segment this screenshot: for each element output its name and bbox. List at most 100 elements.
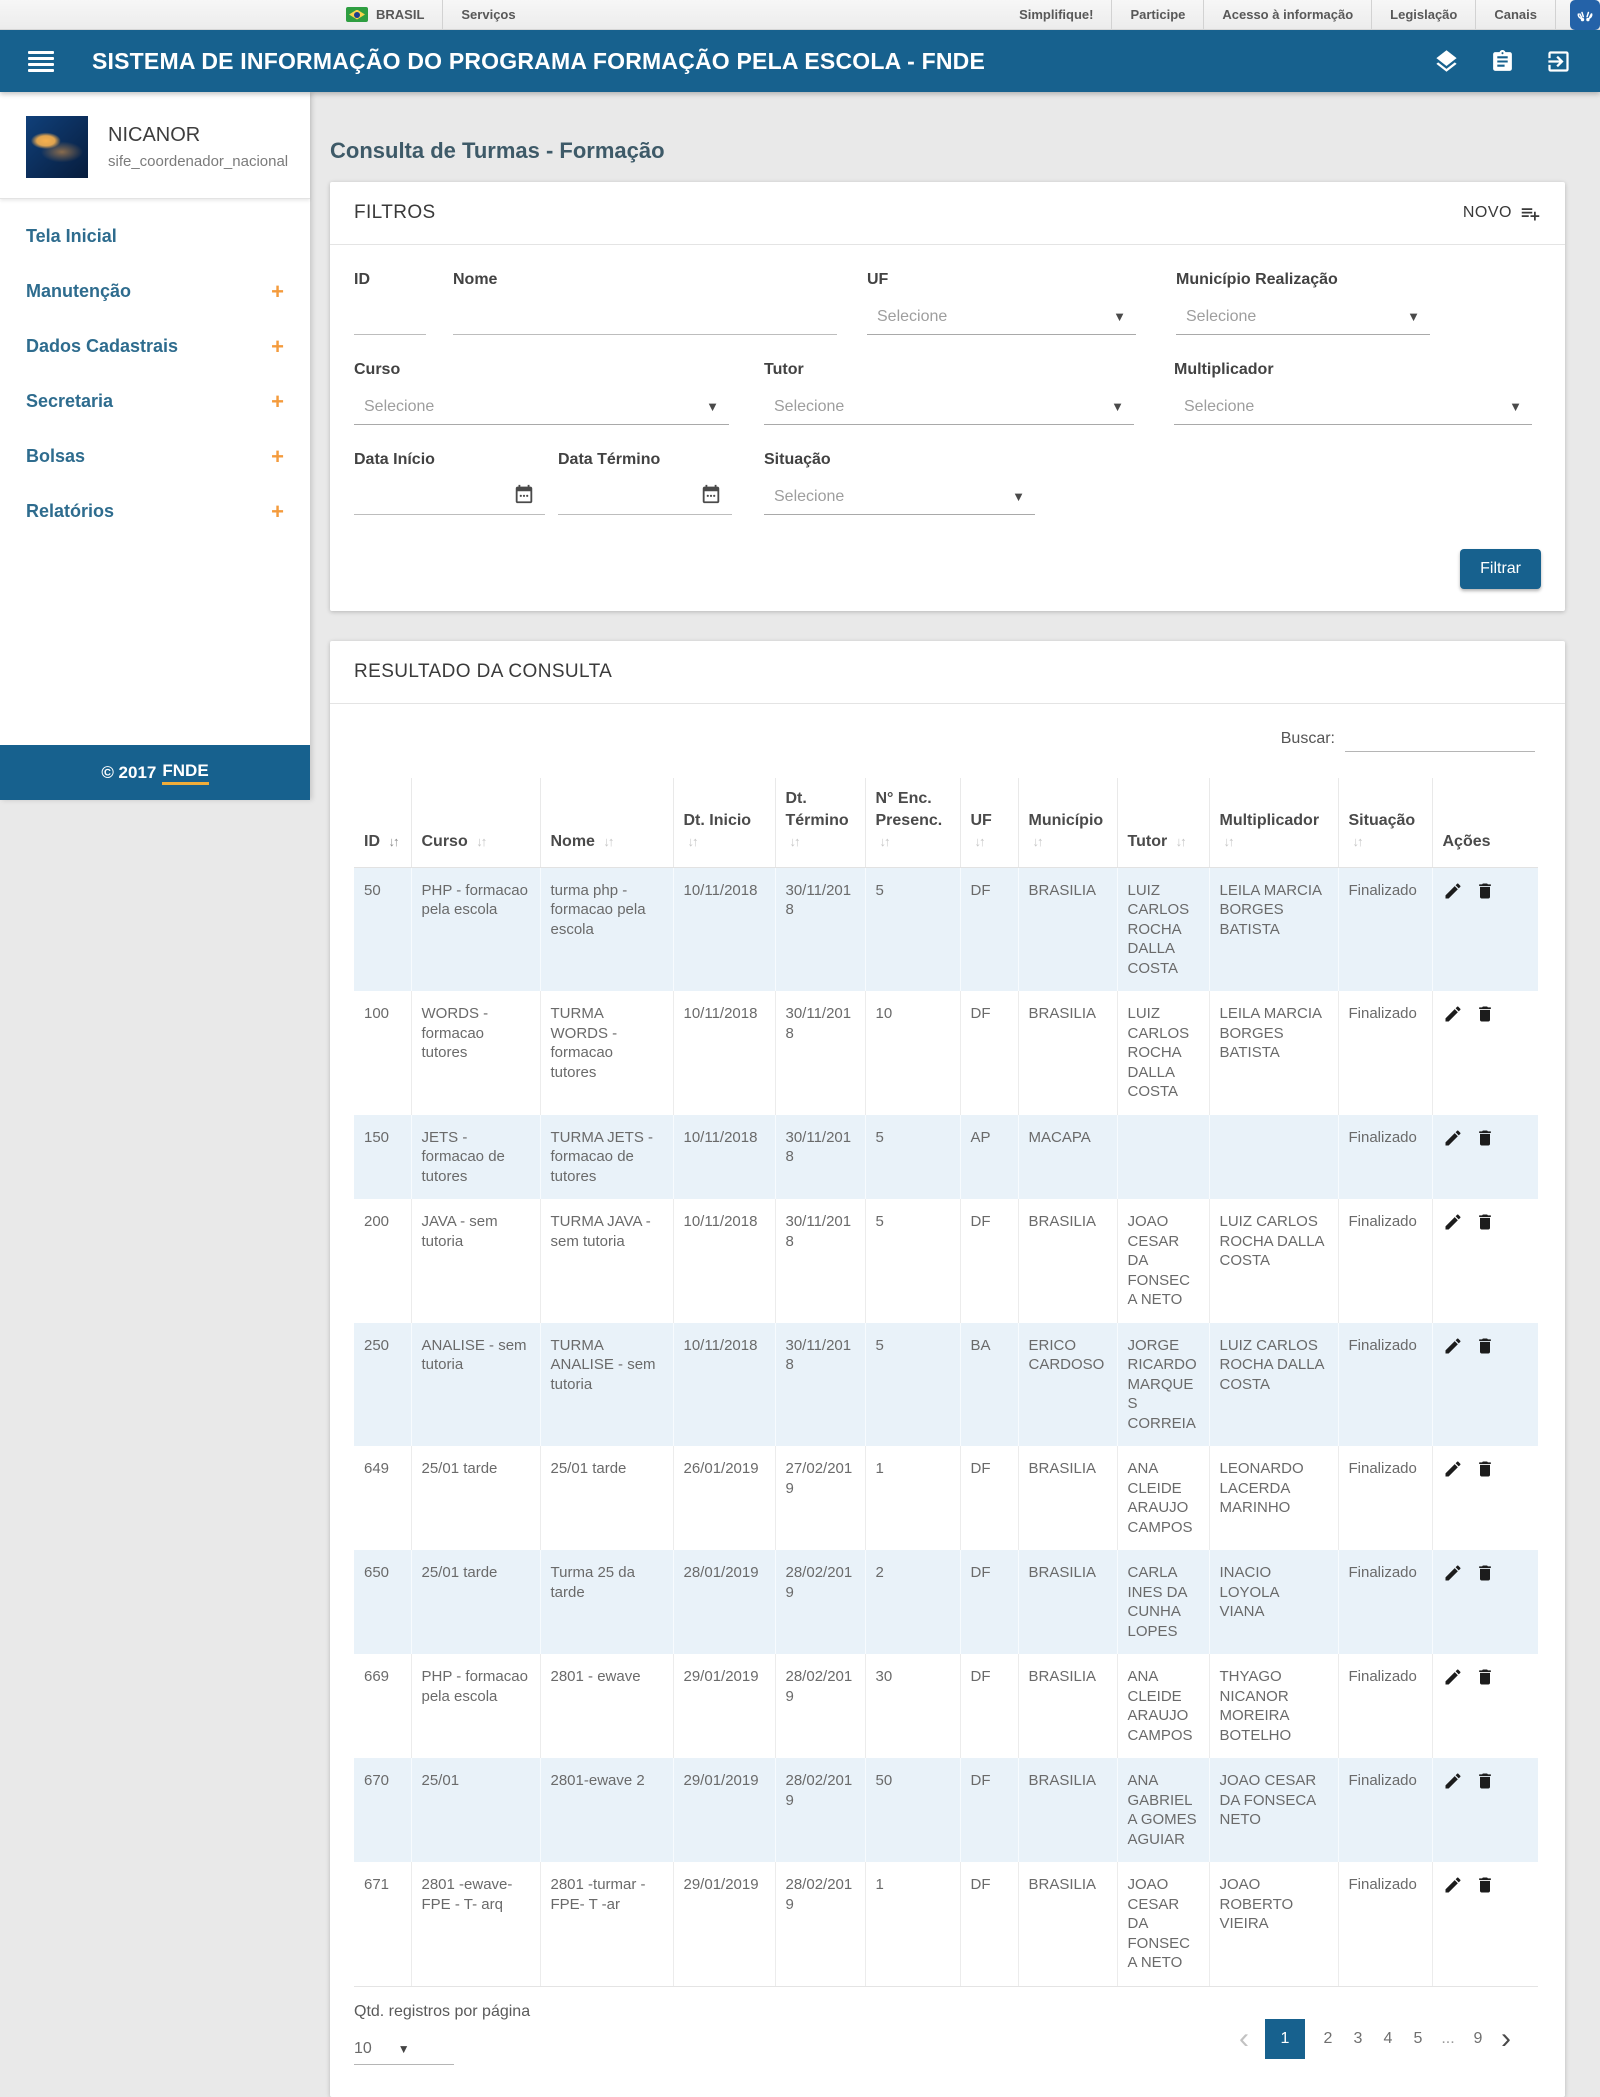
pagination-prev[interactable]: ‹ xyxy=(1239,2024,1249,2054)
vlibras-accessibility-button[interactable] xyxy=(1570,0,1600,30)
filter-id-input[interactable] xyxy=(354,299,426,334)
sort-icon[interactable]: ↓↑ xyxy=(1033,834,1042,849)
edit-icon[interactable] xyxy=(1443,881,1463,901)
cell-dt_inicio: 28/01/2019 xyxy=(673,1550,775,1654)
sort-icon[interactable]: ↓↑ xyxy=(688,834,697,849)
cell-multiplicador: LEILA MARCIA BORGES BATISTA xyxy=(1209,991,1338,1115)
sort-icon[interactable]: ↓↑ xyxy=(975,834,984,849)
edit-icon[interactable] xyxy=(1443,1336,1463,1356)
col-situacao[interactable]: Situação ↓↑ xyxy=(1338,778,1432,867)
filter-uf-select[interactable]: Selecione ▼ xyxy=(867,299,1136,335)
col-uf[interactable]: UF ↓↑ xyxy=(960,778,1018,867)
delete-icon[interactable] xyxy=(1475,881,1495,901)
filter-multiplicador-select[interactable]: Selecione ▼ xyxy=(1174,389,1532,425)
gov-services-link[interactable]: Serviços xyxy=(442,0,642,29)
cell-enc: 1 xyxy=(865,1862,960,1986)
cell-situacao: Finalizado xyxy=(1338,867,1432,991)
cell-curso: 2801 -ewave- FPE - T- arq xyxy=(411,1862,540,1986)
col-municipio[interactable]: Município ↓↑ xyxy=(1018,778,1117,867)
edit-icon[interactable] xyxy=(1443,1004,1463,1024)
sidebar-item-manutencao[interactable]: Manutenção + xyxy=(0,264,310,319)
gov-link-legislacao[interactable]: Legislação xyxy=(1371,0,1475,29)
col-dt-inicio[interactable]: Dt. Inicio ↓↑ xyxy=(673,778,775,867)
delete-icon[interactable] xyxy=(1475,1771,1495,1791)
gov-link-canais[interactable]: Canais xyxy=(1475,0,1556,29)
sort-icon[interactable]: ↓↑ xyxy=(880,834,889,849)
sidebar-item-tela-inicial[interactable]: Tela Inicial xyxy=(0,209,310,264)
delete-icon[interactable] xyxy=(1475,1004,1495,1024)
delete-icon[interactable] xyxy=(1475,1336,1495,1356)
delete-icon[interactable] xyxy=(1475,1563,1495,1583)
sort-icon[interactable]: ↓↑ xyxy=(1353,834,1362,849)
cell-nome: TURMA JETS - formacao de tutores xyxy=(540,1115,673,1200)
filter-situacao-select[interactable]: Selecione ▼ xyxy=(764,479,1035,515)
cell-enc: 5 xyxy=(865,1199,960,1323)
delete-icon[interactable] xyxy=(1475,1875,1495,1895)
pagination-page-9[interactable]: 9 xyxy=(1471,2030,1485,2048)
filter-nome-input[interactable] xyxy=(453,299,837,334)
pagination-page-2[interactable]: 2 xyxy=(1321,2030,1335,2048)
col-dt-termino[interactable]: Dt. Término ↓↑ xyxy=(775,778,865,867)
edit-icon[interactable] xyxy=(1443,1875,1463,1895)
delete-icon[interactable] xyxy=(1475,1128,1495,1148)
menu-hamburger-icon[interactable] xyxy=(28,51,54,72)
novo-button[interactable]: NOVO xyxy=(1463,203,1541,224)
gov-link-simplifique[interactable]: Simplifique! xyxy=(1001,0,1111,29)
sort-icon[interactable]: ↓↑ xyxy=(1224,834,1233,849)
edit-icon[interactable] xyxy=(1443,1771,1463,1791)
sort-icon[interactable]: ↓↑ xyxy=(388,834,397,849)
delete-icon[interactable] xyxy=(1475,1459,1495,1479)
col-multiplicador[interactable]: Multiplicador ↓↑ xyxy=(1209,778,1338,867)
pagination-page-1[interactable]: 1 xyxy=(1265,2019,1305,2059)
cell-tutor: LUIZ CARLOS ROCHA DALLA COSTA xyxy=(1117,991,1209,1115)
edit-icon[interactable] xyxy=(1443,1459,1463,1479)
cell-id: 669 xyxy=(354,1654,411,1758)
calendar-icon[interactable] xyxy=(700,483,722,510)
gov-link-acesso[interactable]: Acesso à informação xyxy=(1203,0,1371,29)
avatar xyxy=(26,116,88,178)
col-curso[interactable]: Curso ↓↑ xyxy=(411,778,540,867)
delete-icon[interactable] xyxy=(1475,1212,1495,1232)
layers-icon[interactable] xyxy=(1433,48,1460,75)
cell-nome: TURMA JAVA - sem tutoria xyxy=(540,1199,673,1323)
gov-link-participe[interactable]: Participe xyxy=(1111,0,1203,29)
pagination-page-3[interactable]: 3 xyxy=(1351,2030,1365,2048)
cell-enc: 2 xyxy=(865,1550,960,1654)
edit-icon[interactable] xyxy=(1443,1667,1463,1687)
sidebar-item-dados-cadastrais[interactable]: Dados Cadastrais + xyxy=(0,319,310,374)
sort-icon[interactable]: ↓↑ xyxy=(1176,834,1185,849)
cell-dt_termino: 30/11/2018 xyxy=(775,991,865,1115)
pagination-page-4[interactable]: 4 xyxy=(1381,2030,1395,2048)
logout-icon[interactable] xyxy=(1545,48,1572,75)
pagination-page-5[interactable]: 5 xyxy=(1411,2030,1425,2048)
pagination-next[interactable]: › xyxy=(1501,2024,1511,2054)
col-id[interactable]: ID ↓↑ xyxy=(354,778,411,867)
filtrar-button[interactable]: Filtrar xyxy=(1460,549,1541,589)
col-tutor[interactable]: Tutor ↓↑ xyxy=(1117,778,1209,867)
filter-municipio-select[interactable]: Selecione ▼ xyxy=(1176,299,1430,335)
edit-icon[interactable] xyxy=(1443,1128,1463,1148)
cell-nome: TURMA WORDS - formacao tutores xyxy=(540,991,673,1115)
sidebar-item-relatorios[interactable]: Relatórios + xyxy=(0,484,310,539)
cell-acoes xyxy=(1432,867,1538,991)
sidebar-item-bolsas[interactable]: Bolsas + xyxy=(0,429,310,484)
edit-icon[interactable] xyxy=(1443,1212,1463,1232)
filter-tutor-select[interactable]: Selecione ▼ xyxy=(764,389,1134,425)
search-input[interactable] xyxy=(1345,724,1535,752)
gov-brand[interactable]: BRASIL xyxy=(328,0,442,29)
col-nome[interactable]: Nome ↓↑ xyxy=(540,778,673,867)
sort-icon[interactable]: ↓↑ xyxy=(476,834,485,849)
filter-curso-select[interactable]: Selecione ▼ xyxy=(354,389,729,425)
cell-curso: PHP - formacao pela escola xyxy=(411,867,540,991)
delete-icon[interactable] xyxy=(1475,1667,1495,1687)
edit-icon[interactable] xyxy=(1443,1563,1463,1583)
per-page-select[interactable]: 10 ▼ xyxy=(354,2035,454,2065)
sort-icon[interactable]: ↓↑ xyxy=(790,834,799,849)
col-enc[interactable]: N° Enc. Presenc. ↓↑ xyxy=(865,778,960,867)
calendar-icon[interactable] xyxy=(513,483,535,510)
clipboard-icon[interactable] xyxy=(1490,49,1515,74)
sort-icon[interactable]: ↓↑ xyxy=(603,834,612,849)
results-table: ID ↓↑ Curso ↓↑ Nome ↓↑ Dt. Inicio ↓↑ Dt.… xyxy=(354,778,1538,1987)
sidebar-item-secretaria[interactable]: Secretaria + xyxy=(0,374,310,429)
fnde-link[interactable]: FNDE xyxy=(162,761,208,785)
